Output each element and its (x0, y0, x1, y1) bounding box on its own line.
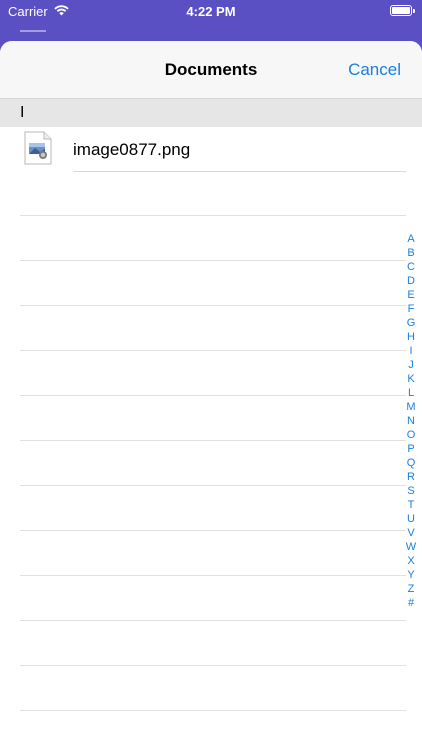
section-index-bar[interactable]: A B C D E F G H I J K L M N O P Q R S T U V W X Y Z # (404, 232, 418, 610)
index-letter[interactable]: M (406, 400, 415, 414)
file-name: image0877.png (73, 140, 191, 159)
section-header: I (0, 99, 422, 127)
documents-sheet: Documents Cancel I image0877.png A B C D… (0, 41, 422, 750)
empty-row (20, 666, 406, 711)
index-letter[interactable]: G (407, 316, 416, 330)
empty-row (20, 576, 406, 621)
cancel-button[interactable]: Cancel (348, 60, 401, 80)
index-letter[interactable]: B (407, 246, 414, 260)
index-letter[interactable]: E (407, 288, 414, 302)
battery-icon (390, 5, 415, 16)
index-letter[interactable]: Q (407, 456, 416, 470)
index-letter[interactable]: S (407, 484, 414, 498)
index-letter[interactable]: C (407, 260, 415, 274)
empty-row (20, 486, 406, 531)
image-file-icon (24, 131, 52, 165)
index-letter[interactable]: I (409, 344, 412, 358)
index-letter[interactable]: V (407, 526, 414, 540)
index-letter[interactable]: T (408, 498, 415, 512)
empty-row (20, 621, 406, 666)
index-letter[interactable]: # (408, 596, 414, 610)
index-letter[interactable]: J (408, 358, 414, 372)
status-bar: Carrier 4:22 PM (0, 0, 422, 24)
index-letter[interactable]: K (407, 372, 414, 386)
empty-row (20, 261, 406, 306)
empty-row (20, 171, 406, 216)
index-letter[interactable]: D (407, 274, 415, 288)
index-letter[interactable]: F (408, 302, 415, 316)
index-letter[interactable]: Z (408, 582, 415, 596)
empty-row (20, 351, 406, 396)
index-letter[interactable]: U (407, 512, 415, 526)
index-letter[interactable]: W (406, 540, 416, 554)
index-letter[interactable]: L (408, 386, 414, 400)
index-letter[interactable]: Y (407, 568, 414, 582)
background-menu-icon (20, 30, 46, 37)
empty-row (20, 441, 406, 486)
file-row[interactable]: image0877.png (0, 127, 422, 172)
index-letter[interactable]: P (407, 442, 414, 456)
empty-row (20, 306, 406, 351)
empty-rows (20, 171, 406, 711)
nav-bar: Documents Cancel (0, 41, 422, 99)
index-letter[interactable]: R (407, 470, 415, 484)
status-time: 4:22 PM (186, 4, 236, 19)
empty-row (20, 216, 406, 261)
screen: Carrier 4:22 PM Documents Cancel I image… (0, 0, 422, 750)
empty-row (20, 396, 406, 441)
index-letter[interactable]: H (407, 330, 415, 344)
index-letter[interactable]: X (407, 554, 414, 568)
empty-row (20, 531, 406, 576)
index-letter[interactable]: N (407, 414, 415, 428)
index-letter[interactable]: O (407, 428, 416, 442)
index-letter[interactable]: A (407, 232, 414, 246)
